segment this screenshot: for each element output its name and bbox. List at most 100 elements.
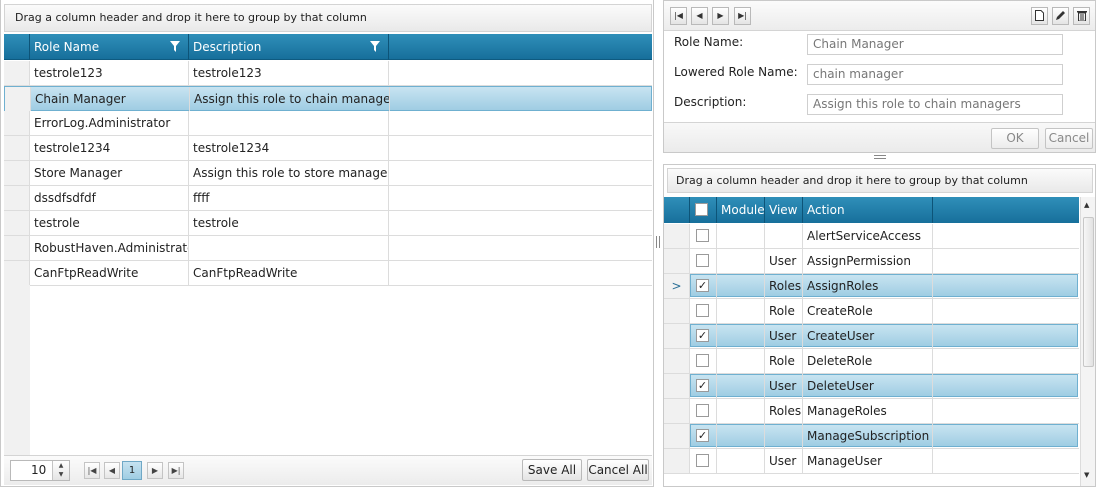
action-cell[interactable]: AssignRoles	[803, 274, 933, 298]
role-name-cell[interactable]: ErrorLog.Administrator	[30, 111, 189, 135]
table-row[interactable]: testrole1234 testrole1234	[4, 136, 652, 161]
description-cell[interactable]: testrole	[189, 211, 389, 235]
table-row[interactable]: ✓ User DeleteUser	[664, 374, 1079, 399]
action-cell[interactable]: CreateRole	[803, 299, 933, 323]
table-row[interactable]: User ManageUser	[664, 449, 1079, 474]
checkbox-cell[interactable]	[690, 349, 717, 373]
last-page-icon[interactable]: ▶|	[168, 462, 184, 479]
module-cell[interactable]	[717, 249, 765, 273]
module-cell[interactable]	[717, 324, 765, 348]
module-cell[interactable]	[717, 274, 765, 298]
description-cell[interactable]: testrole123	[189, 61, 389, 85]
module-cell[interactable]	[717, 349, 765, 373]
action-cell[interactable]: AssignPermission	[803, 249, 933, 273]
view-cell[interactable]: User	[765, 249, 803, 273]
next-page-icon[interactable]: ▶	[147, 462, 163, 479]
new-document-icon[interactable]	[1031, 7, 1048, 25]
module-cell[interactable]	[717, 224, 765, 248]
ok-button[interactable]: OK	[991, 128, 1039, 149]
view-cell[interactable]: Role	[765, 349, 803, 373]
permission-checkbox[interactable]	[696, 404, 709, 417]
table-row[interactable]: Chain Manager Assign this role to chain m…	[4, 86, 652, 111]
column-header-role-name[interactable]: Role Name	[30, 34, 189, 60]
role-name-cell[interactable]: RobustHaven.Administrator	[30, 236, 189, 260]
description-cell[interactable]: CanFtpReadWrite	[189, 261, 389, 285]
description-cell[interactable]: Assign this role to chain managers	[190, 87, 390, 111]
permission-checkbox[interactable]: ✓	[696, 329, 709, 342]
role-name-cell[interactable]: testrole1234	[30, 136, 189, 160]
action-cell[interactable]: ManageUser	[803, 449, 933, 473]
role-name-cell[interactable]: Store Manager	[30, 161, 189, 185]
description-cell[interactable]: Assign this role to store managers	[189, 161, 389, 185]
column-header-description[interactable]: Description	[189, 34, 389, 60]
last-record-icon[interactable]: ▶|	[734, 7, 751, 25]
group-panel[interactable]: Drag a column header and drop it here to…	[4, 4, 652, 32]
description-cell[interactable]: ffff	[189, 186, 389, 210]
select-all-header[interactable]	[690, 197, 717, 223]
checkbox-cell[interactable]	[690, 249, 717, 273]
table-row[interactable]: dssdfsdfdf ffff	[4, 186, 652, 211]
vertical-scrollbar[interactable]: ▲ ▼	[1080, 197, 1095, 486]
role-name-cell[interactable]: testrole	[30, 211, 189, 235]
table-row[interactable]: AlertServiceAccess	[664, 224, 1079, 249]
view-cell[interactable]: User	[765, 324, 803, 348]
trash-icon[interactable]	[1073, 7, 1090, 25]
save-all-button[interactable]: Save All	[522, 459, 582, 481]
column-header-view[interactable]: View	[765, 197, 803, 223]
checkbox-cell[interactable]: ✓	[690, 324, 717, 348]
select-all-checkbox[interactable]	[695, 203, 708, 216]
permission-checkbox[interactable]	[696, 254, 709, 267]
checkbox-cell[interactable]: ✓	[690, 424, 717, 448]
lowered-role-name-field[interactable]: chain manager	[807, 64, 1063, 85]
scroll-down-icon[interactable]: ▼	[1084, 471, 1089, 479]
action-cell[interactable]: AlertServiceAccess	[803, 224, 933, 248]
filter-icon[interactable]	[170, 41, 180, 52]
role-name-cell[interactable]: dssdfsdfdf	[30, 186, 189, 210]
view-cell[interactable]: Roles	[765, 399, 803, 423]
action-cell[interactable]: DeleteRole	[803, 349, 933, 373]
permission-checkbox[interactable]	[696, 454, 709, 467]
checkbox-cell[interactable]: ✓	[690, 274, 717, 298]
action-cell[interactable]: ManageSubscription	[803, 424, 933, 448]
column-header-action[interactable]: Action	[803, 197, 933, 223]
table-row[interactable]: RobustHaven.Administrator	[4, 236, 652, 261]
page-number-button[interactable]: 1	[122, 461, 142, 480]
table-row[interactable]: CanFtpReadWrite CanFtpReadWrite	[4, 261, 652, 286]
action-cell[interactable]: ManageRoles	[803, 399, 933, 423]
cancel-all-button[interactable]: Cancel All	[587, 459, 649, 481]
checkbox-cell[interactable]	[690, 399, 717, 423]
checkbox-cell[interactable]	[690, 224, 717, 248]
description-cell[interactable]: testrole1234	[189, 136, 389, 160]
next-record-icon[interactable]: ▶	[712, 7, 729, 25]
table-row[interactable]: testrole testrole	[4, 211, 652, 236]
action-cell[interactable]: CreateUser	[803, 324, 933, 348]
cancel-button[interactable]: Cancel	[1045, 128, 1093, 149]
module-cell[interactable]	[717, 449, 765, 473]
description-cell[interactable]	[189, 111, 389, 135]
filter-icon[interactable]	[370, 41, 380, 52]
column-header-module[interactable]: Module	[717, 197, 765, 223]
checkbox-cell[interactable]: ✓	[690, 374, 717, 398]
module-cell[interactable]	[717, 299, 765, 323]
table-row[interactable]: Store Manager Assign this role to store m…	[4, 161, 652, 186]
first-record-icon[interactable]: |◀	[670, 7, 687, 25]
view-cell[interactable]	[765, 424, 803, 448]
permission-checkbox[interactable]: ✓	[696, 379, 709, 392]
page-size-spinner[interactable]: ▲ ▼	[52, 461, 69, 480]
table-row[interactable]: ErrorLog.Administrator	[4, 111, 652, 136]
permission-checkbox[interactable]: ✓	[696, 429, 709, 442]
role-name-field[interactable]: Chain Manager	[807, 34, 1063, 55]
scroll-up-icon[interactable]: ▲	[1084, 201, 1089, 209]
group-panel[interactable]: Drag a column header and drop it here to…	[667, 168, 1093, 193]
permission-checkbox[interactable]: ✓	[696, 279, 709, 292]
view-cell[interactable]: Roles	[765, 274, 803, 298]
module-cell[interactable]	[717, 374, 765, 398]
view-cell[interactable]: User	[765, 374, 803, 398]
module-cell[interactable]	[717, 399, 765, 423]
table-row[interactable]: Role DeleteRole	[664, 349, 1079, 374]
permission-checkbox[interactable]	[696, 354, 709, 367]
table-row[interactable]: User AssignPermission	[664, 249, 1079, 274]
table-row[interactable]: testrole123 testrole123	[4, 61, 652, 86]
table-row[interactable]: ✓ User CreateUser	[664, 324, 1079, 349]
description-field[interactable]: Assign this role to chain managers	[807, 94, 1063, 115]
